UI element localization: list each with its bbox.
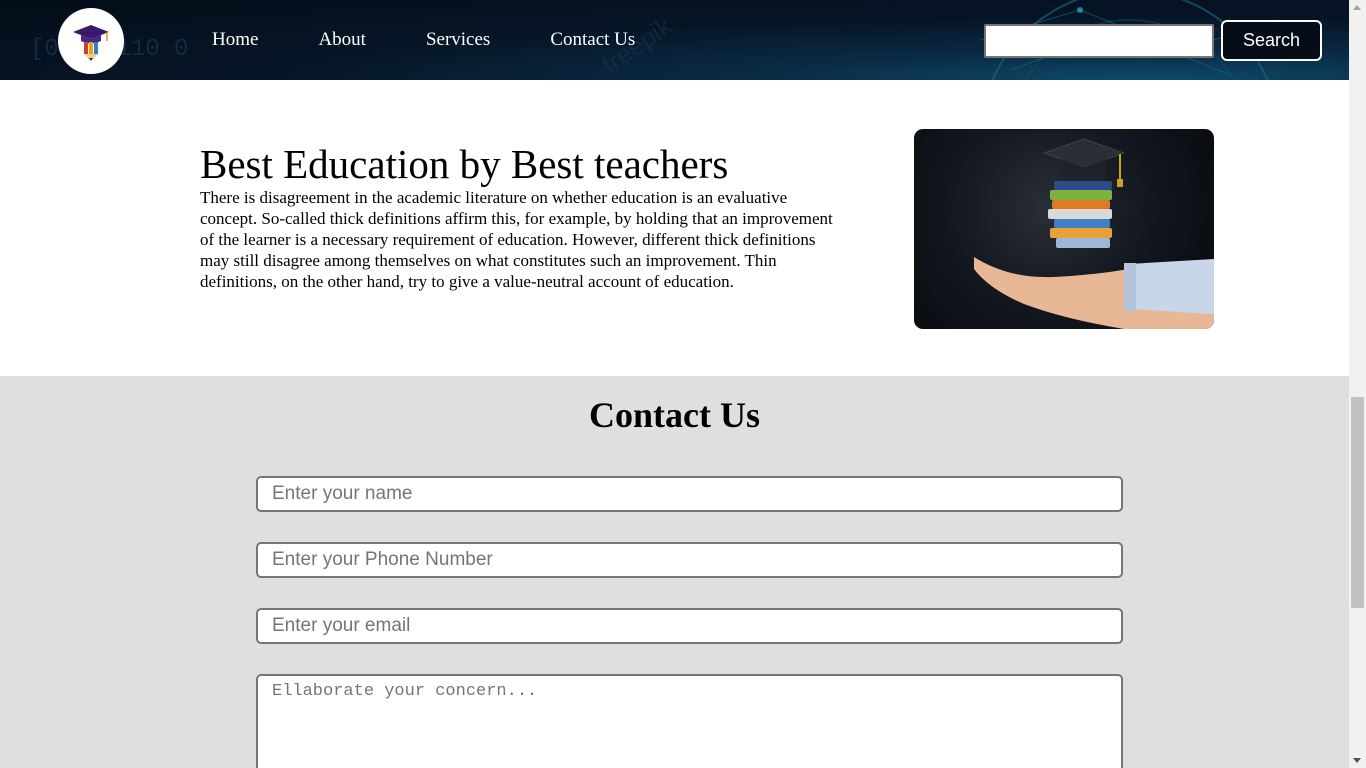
scroll-down-arrow-icon[interactable] [1353,758,1361,763]
site-logo[interactable] [58,8,124,74]
nav-link-about[interactable]: About [318,29,366,51]
contact-section: Contact Us [0,376,1349,768]
concern-textarea[interactable] [256,674,1123,768]
phone-input[interactable] [256,542,1123,578]
name-input[interactable] [256,476,1123,512]
nav-link-home[interactable]: Home [212,29,258,51]
scroll-up-arrow-icon[interactable] [1353,5,1361,10]
page-scrollbar[interactable] [1349,0,1366,768]
nav-link-contact-us[interactable]: Contact Us [550,29,635,51]
contact-title: Contact Us [589,395,760,435]
search-input[interactable] [984,24,1214,58]
hero-description: There is disagreement in the academic li… [200,188,833,291]
hero-image [914,129,1214,329]
main-nav: Home About Services Contact Us [212,29,695,51]
hero-title: Best Education by Best teachers [200,141,729,187]
email-input[interactable] [256,608,1123,644]
nav-link-services[interactable]: Services [426,29,490,51]
scroll-thumb[interactable] [1351,397,1364,608]
graduation-cap-pencil-logo-icon [73,25,109,61]
navbar: [01000110 0 freepik Home About Services … [0,0,1349,80]
hand-holding-books-graduation-cap-image-icon [974,138,1214,329]
search-button[interactable]: Search [1221,20,1322,61]
